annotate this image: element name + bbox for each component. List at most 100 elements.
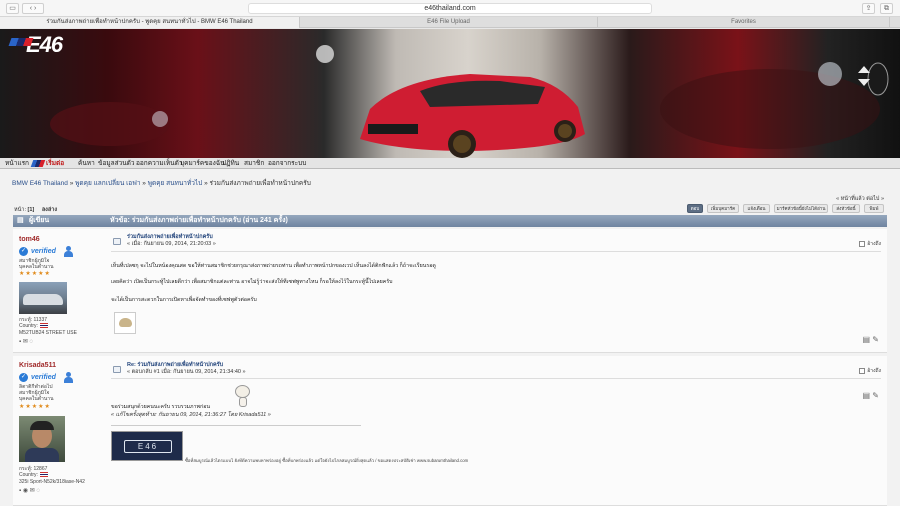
- country-label: Country:: [19, 323, 38, 329]
- nav-calendar[interactable]: ปฏิทิน: [222, 158, 239, 169]
- message-icon[interactable]: ◌: [30, 339, 34, 345]
- back-forward-icon[interactable]: ‹ ›: [22, 3, 44, 14]
- breadcrumb-topic: ร่วมกันส่งภาพถ่ายเพื่อทำหน้าปกครับ: [209, 180, 311, 187]
- profile-icon[interactable]: ▪: [19, 488, 21, 494]
- nav-logout[interactable]: ออกจากระบบ: [268, 158, 306, 169]
- country-row: Country:: [19, 323, 48, 329]
- doc-icon: ▤: [17, 217, 24, 224]
- signature-line: ซื้อที่สมบูรณ์แล้วไตรแบบไ ยังทีดีความพบห…: [185, 458, 469, 463]
- post-tools: ▤ ✎: [863, 335, 880, 344]
- breadcrumb-subboard[interactable]: พูดคุย สนทนาทั่วไป: [148, 180, 203, 187]
- site-logo[interactable]: E46: [26, 32, 63, 58]
- tab-favorites[interactable]: Favorites: [598, 17, 890, 28]
- tabs-icon[interactable]: ⧉: [880, 3, 893, 14]
- report-icon[interactable]: ▤: [863, 391, 871, 400]
- nav-stripe-icon: [30, 160, 46, 167]
- post-meta: « เมื่อ: กันยายน 09, 2014, 21:20:03 »: [127, 241, 216, 247]
- nav-bookmarks[interactable]: บุคมาร์คของฉัน: [180, 158, 225, 169]
- nav-home[interactable]: หน้าแรก: [5, 158, 29, 169]
- post-2: Krisada511 ✓ verified ลิตาติกีฬาต่อไป สม…: [13, 356, 887, 506]
- post-icon: [113, 238, 121, 245]
- person-icon: [63, 246, 73, 257]
- country-label: Country:: [19, 472, 38, 478]
- rank-line: บุคคลในตำนาน: [19, 396, 54, 402]
- user-action-icons: ▪ ✉ ◌: [19, 338, 33, 345]
- thread-header: ▤ ผู้เขียน หัวข้อ: ร่วมกันส่งภาพถ่ายเพื่…: [13, 215, 887, 227]
- quote-icon: [859, 367, 866, 374]
- post-2-body: Re: ร่วมกันส่งภาพถ่ายเพื่อทำหน้าปกครับ «…: [111, 356, 887, 505]
- topic-title: หัวข้อ: ร่วมกันส่งภาพถ่ายเพื่อทำหน้าปกคร…: [110, 217, 288, 224]
- signature-tag: 325i Sport-N52k/318iase-N42: [19, 479, 85, 485]
- edited-note: « แก้ไขครั้งสุดท้าย: กันยายน 09, 2014, 2…: [111, 412, 271, 418]
- breadcrumb-home[interactable]: BMW E46 Thailand: [12, 180, 68, 187]
- mark-unread-button[interactable]: มาร์คหัวข้อนี้ยังไม่ได้อ่าน: [774, 204, 828, 213]
- share-icon[interactable]: ⇪: [862, 3, 875, 14]
- forum-content: BMW E46 Thailand » พูดคุย แลกเปลี่ยน เอฟ…: [0, 169, 900, 506]
- moderate-icon[interactable]: ✎: [872, 391, 879, 400]
- nav-comment[interactable]: ออกความเห็นตัว: [136, 158, 183, 169]
- email-icon[interactable]: ✉: [30, 488, 35, 494]
- m-stripes-icon: [8, 38, 34, 46]
- post-text-line: จะได้เป็นการสะดวกในการเปิดหาเพื่อจัดทำขอ…: [111, 297, 257, 303]
- nav-members[interactable]: สมาชิก: [244, 158, 264, 169]
- post-meta: « ตอบกลับ #1 เมื่อ: กันยายน 09, 2014, 21…: [127, 369, 246, 375]
- message-icon[interactable]: ◌: [36, 488, 40, 494]
- quote-icon: [859, 240, 866, 247]
- avatar[interactable]: [19, 416, 65, 462]
- username[interactable]: tom46: [19, 236, 40, 243]
- tab-e46-upload[interactable]: E46 File Upload: [300, 17, 598, 28]
- nav-start[interactable]: เริ่มต่อ: [46, 158, 64, 169]
- person-icon: [63, 372, 73, 383]
- breadcrumb-board[interactable]: พูดคุย แลกเปลี่ยน เอฟา: [75, 180, 140, 187]
- nav-profile[interactable]: ข้อมูลส่วนตัว: [98, 158, 135, 169]
- quote-button[interactable]: อ้างถึง: [859, 240, 881, 248]
- go-down-link[interactable]: ลงล่าง: [42, 207, 57, 213]
- nav-search[interactable]: ค้นหา: [78, 158, 95, 169]
- post-1-body: ร่วมกันส่งภาพถ่ายเพื่อทำหน้าปกครับ « เมื…: [111, 229, 887, 352]
- avatar[interactable]: [19, 282, 67, 314]
- globe-icon[interactable]: ◉: [23, 488, 28, 494]
- main-nav: หน้าแรก เริ่มต่อ ค้นหา ข้อมูลส่วนตัว ออก…: [0, 158, 900, 169]
- verified-label: verified: [31, 374, 56, 381]
- send-topic-button[interactable]: ส่งหัวข้อนี้: [832, 204, 860, 213]
- post-1-author: tom46 ✓ verified สมาชิกผู้ภูมิใจ บุคคลใน…: [13, 229, 111, 352]
- tab-thread[interactable]: ร่วมกันส่งภาพถ่ายเพื่อทำหน้าปกครับ - พูด…: [0, 17, 300, 28]
- smiley-thumbnail[interactable]: [114, 312, 136, 334]
- print-button[interactable]: พิมพ์: [864, 204, 884, 213]
- post-tools: ▤ ✎: [863, 391, 880, 400]
- email-icon[interactable]: ✉: [23, 339, 28, 345]
- notify-button[interactable]: แจ้งเตือน: [743, 204, 770, 213]
- signature-image-text: E46: [124, 440, 172, 453]
- page-current: [1]: [27, 207, 35, 213]
- reply-button[interactable]: ตอบ: [687, 204, 703, 213]
- signature-image[interactable]: E46: [111, 431, 183, 461]
- browser-toolbar: ▭ ‹ › e46thailand.com ⇪ ⧉: [0, 0, 900, 17]
- address-bar[interactable]: e46thailand.com: [248, 3, 652, 14]
- post-icon: [113, 366, 121, 373]
- post-text-line: เลยคิดว่า เปิดเป็นกระทู้ไปเลยดีกว่า เพื่…: [111, 279, 393, 285]
- thai-flag-icon: [39, 472, 48, 478]
- user-action-icons: ▪ ◉ ✉ ◌: [19, 487, 40, 494]
- moderate-icon[interactable]: ✎: [872, 335, 879, 344]
- report-icon[interactable]: ▤: [863, 335, 871, 344]
- smiley-icon: [232, 383, 254, 410]
- prev-next-links[interactable]: « หน้าที่แล้ว ต่อไป »: [836, 195, 884, 203]
- post-text-line: ขอร่วมสนุกด้วยคนนะครับ รวบรวมภาพก่อน: [111, 404, 211, 410]
- username[interactable]: Krisada511: [19, 362, 56, 369]
- rank-stars: ★★★★★: [19, 404, 51, 410]
- bookmark-button[interactable]: เพิ่มบุคมาร์ค: [707, 204, 739, 213]
- site-banner: E46: [0, 29, 900, 158]
- post-1: tom46 ✓ verified สมาชิกผู้ภูมิใจ บุคคลใน…: [13, 229, 887, 353]
- post-2-author: Krisada511 ✓ verified ลิตาติกีฬาต่อไป สม…: [13, 356, 111, 505]
- pagination: หน้า: [1] ลงล่าง: [14, 206, 57, 214]
- sidebar-toggle-icon[interactable]: ▭: [6, 3, 19, 14]
- check-icon: ✓: [19, 373, 28, 382]
- thai-flag-icon: [39, 323, 48, 329]
- verified-label: verified: [31, 248, 56, 255]
- quote-button[interactable]: อ้างถึง: [859, 367, 881, 375]
- tab-bar: ร่วมกันส่งภาพถ่ายเพื่อทำหน้าปกครับ - พูด…: [0, 17, 900, 28]
- quote-label: อ้างถึง: [867, 241, 881, 247]
- post-text-line: เห็นที่เปลซกุ จะไปในหน้องคุณสด ขอให้ท่าน…: [111, 263, 436, 269]
- country-row: Country:: [19, 472, 48, 478]
- profile-icon[interactable]: ▪: [19, 339, 21, 345]
